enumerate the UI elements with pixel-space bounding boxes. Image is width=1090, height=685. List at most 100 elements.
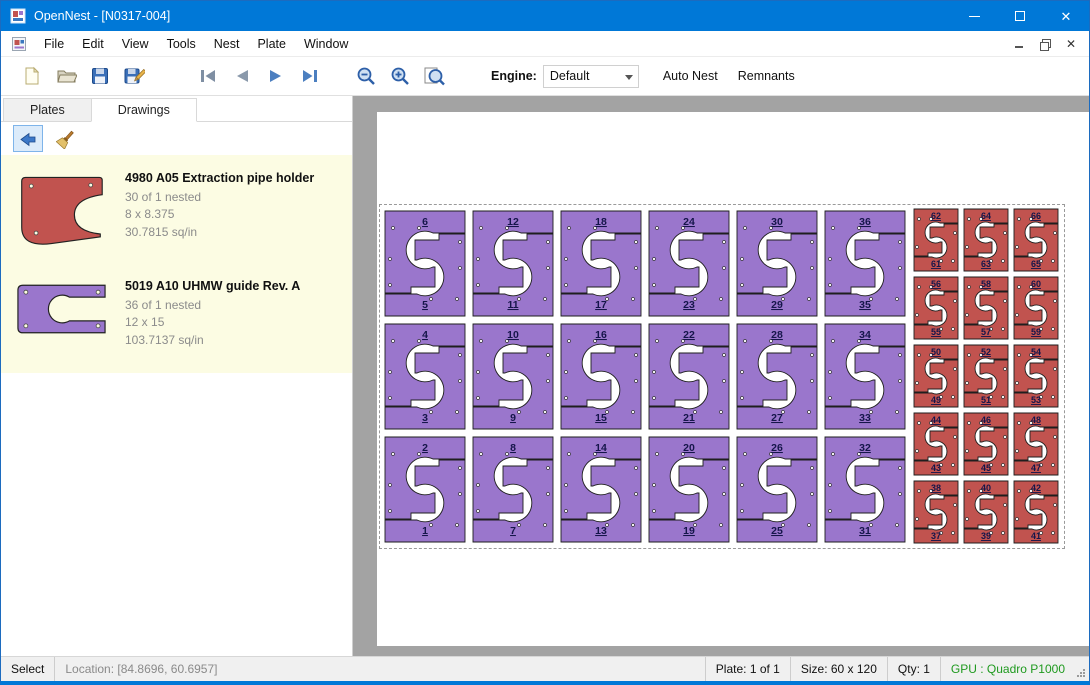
drill-hole — [459, 241, 462, 244]
nest-cell[interactable]: 43 — [381, 320, 469, 433]
menu-tools[interactable]: Tools — [158, 31, 205, 56]
drill-hole — [547, 493, 550, 496]
save-as-button[interactable] — [117, 60, 151, 92]
nest-cell[interactable]: 2827 — [733, 320, 821, 433]
nest-cell[interactable]: 3029 — [733, 207, 821, 320]
drill-hole — [829, 284, 832, 287]
nest-cell[interactable]: 1817 — [557, 207, 645, 320]
nest-cell[interactable]: 5857 — [961, 274, 1011, 342]
drawing-item[interactable]: 4980 A05 Extraction pipe holder 30 of 1 … — [7, 163, 348, 255]
previous-plate-button[interactable] — [225, 60, 259, 92]
engine-select[interactable]: Default — [543, 65, 639, 88]
drill-hole — [811, 241, 814, 244]
menu-edit[interactable]: Edit — [73, 31, 113, 56]
workspace-sheet: 6512111817242330293635431091615222128273… — [377, 112, 1089, 646]
nest-cell[interactable]: 6059 — [1011, 274, 1061, 342]
nest-cell[interactable]: 2423 — [645, 207, 733, 320]
drill-hole — [635, 380, 638, 383]
nest-cell[interactable]: 5251 — [961, 342, 1011, 410]
nest-cell[interactable]: 5655 — [911, 274, 961, 342]
part-number: 59 — [1031, 327, 1041, 337]
tab-drawings[interactable]: Drawings — [91, 98, 197, 122]
minimize-button[interactable] — [951, 1, 997, 31]
nest-cell[interactable]: 3837 — [911, 478, 961, 546]
menu-window[interactable]: Window — [295, 31, 357, 56]
nest-cell[interactable]: 2221 — [645, 320, 733, 433]
nest-cell[interactable]: 65 — [381, 207, 469, 320]
new-button[interactable] — [15, 60, 49, 92]
menu-plate[interactable]: Plate — [248, 31, 295, 56]
drill-hole — [547, 267, 550, 270]
nest-cell[interactable]: 1211 — [469, 207, 557, 320]
auto-nest-button[interactable]: Auto Nest — [653, 61, 728, 91]
part-number: 63 — [981, 259, 991, 269]
drill-hole — [477, 284, 480, 287]
menu-file[interactable]: File — [35, 31, 73, 56]
drill-hole — [744, 453, 747, 456]
menu-nest[interactable]: Nest — [205, 31, 249, 56]
mdi-restore-button[interactable] — [1033, 34, 1057, 54]
drill-hole — [565, 484, 568, 487]
drill-hole — [547, 241, 550, 244]
drill-hole — [966, 246, 969, 249]
nest-cell[interactable]: 2019 — [645, 433, 733, 546]
nest-cell[interactable]: 5049 — [911, 342, 961, 410]
drill-hole — [456, 524, 459, 527]
move-part-button[interactable] — [13, 125, 43, 152]
nest-cell[interactable]: 1413 — [557, 433, 645, 546]
nest-cell[interactable]: 5453 — [1011, 342, 1061, 410]
zoom-out-button[interactable] — [349, 60, 383, 92]
nest-cell[interactable]: 3231 — [821, 433, 909, 546]
drill-hole — [899, 467, 902, 470]
nest-cell[interactable]: 3635 — [821, 207, 909, 320]
nest-cell[interactable]: 4847 — [1011, 410, 1061, 478]
menu-view[interactable]: View — [113, 31, 158, 56]
nest-cell[interactable]: 4241 — [1011, 478, 1061, 546]
maximize-button[interactable] — [997, 1, 1043, 31]
drill-hole — [916, 450, 919, 453]
close-button[interactable]: ✕ — [1043, 1, 1089, 31]
part-number: 8 — [510, 442, 516, 454]
resize-grip-icon[interactable] — [1075, 657, 1089, 681]
tab-plates[interactable]: Plates — [3, 98, 92, 122]
nest-cell[interactable]: 109 — [469, 320, 557, 433]
remnants-button[interactable]: Remnants — [728, 61, 805, 91]
nest-cell[interactable]: 6463 — [961, 206, 1011, 274]
nest-cell[interactable]: 87 — [469, 433, 557, 546]
drill-hole — [744, 227, 747, 230]
nest-cell[interactable]: 1615 — [557, 320, 645, 433]
drill-hole — [392, 453, 395, 456]
part-number: 48 — [1031, 415, 1041, 425]
nest-cell[interactable]: 2625 — [733, 433, 821, 546]
clean-button[interactable] — [51, 125, 81, 152]
open-button[interactable] — [49, 60, 83, 92]
mdi-minimize-button[interactable] — [1007, 34, 1031, 54]
last-plate-button[interactable] — [293, 60, 327, 92]
nest-cell[interactable]: 21 — [381, 433, 469, 546]
zoom-fit-button[interactable] — [417, 60, 451, 92]
drill-hole — [741, 371, 744, 374]
mdi-close-button[interactable]: ✕ — [1059, 34, 1083, 54]
nest-canvas[interactable]: 6512111817242330293635431091615222128273… — [353, 96, 1089, 656]
nest-cell[interactable]: 4645 — [961, 410, 1011, 478]
save-floppy-icon — [90, 66, 110, 86]
drill-hole — [916, 518, 919, 521]
plate[interactable]: 6512111817242330293635431091615222128273… — [379, 204, 1065, 549]
nest-cell[interactable]: 3433 — [821, 320, 909, 433]
back-arrow-icon — [19, 131, 37, 147]
nest-cell[interactable]: 6665 — [1011, 206, 1061, 274]
part-number: 18 — [595, 216, 607, 228]
drill-hole — [899, 354, 902, 357]
nest-cell[interactable]: 6261 — [911, 206, 961, 274]
next-plate-button[interactable] — [259, 60, 293, 92]
drill-hole — [954, 232, 957, 235]
drawing-item[interactable]: 5019 A10 UHMW guide Rev. A 36 of 1 neste… — [7, 271, 348, 355]
save-button[interactable] — [83, 60, 117, 92]
first-plate-button[interactable] — [191, 60, 225, 92]
nest-cell[interactable]: 4039 — [961, 478, 1011, 546]
nest-cell[interactable]: 4443 — [911, 410, 961, 478]
drill-hole — [1018, 490, 1021, 493]
part-number: 28 — [771, 329, 783, 341]
zoom-in-button[interactable] — [383, 60, 417, 92]
drawing-nested: 30 of 1 nested — [125, 189, 314, 206]
